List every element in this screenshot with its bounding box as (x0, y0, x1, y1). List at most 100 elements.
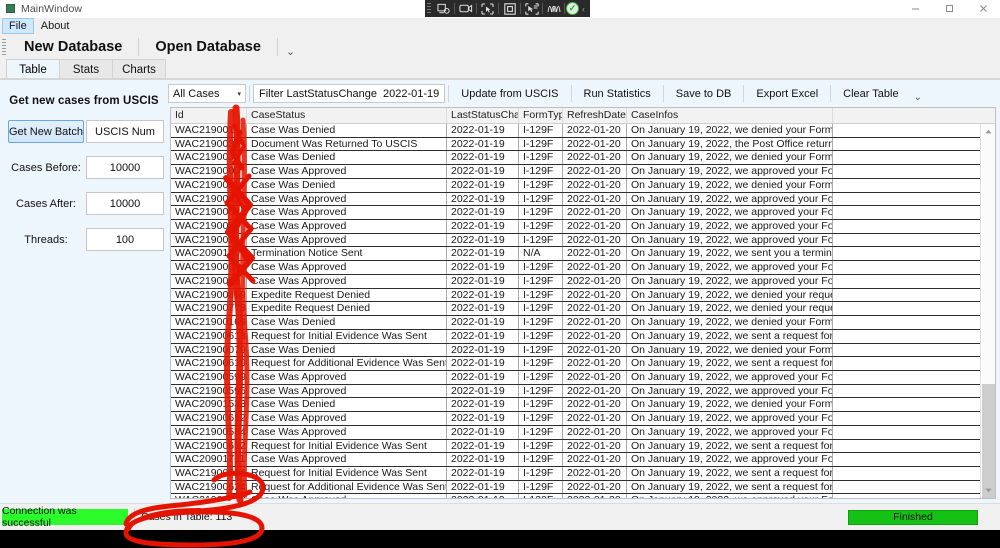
table-row[interactable]: WAC20901533 Case Was Denied 2022-01-19 I-12… (171, 398, 995, 413)
table-row[interactable]: WAC21900773 Expedite Request Denied 2022-0… (171, 302, 995, 317)
capture-settings-icon[interactable] (434, 1, 453, 16)
table-row[interactable]: WAC2190054 Case Was Approved 2022-01-19 I-1… (171, 220, 995, 234)
table-row[interactable]: WAC2190061 Case Was Approved 2022-01-19 I-1… (171, 192, 995, 207)
column-header-id[interactable]: Id (171, 108, 247, 123)
cell-id: WAC2190064 (171, 261, 247, 274)
table-row[interactable]: WAC2190062 Case Was Approved 2022-01-19 I-1… (171, 206, 995, 221)
effects-icon[interactable] (544, 1, 563, 16)
case-filter-combobox[interactable]: All Cases ▾ (168, 84, 246, 103)
cases-after-label: Cases After: (16, 197, 76, 210)
ribbon-drag-handle-icon[interactable] (2, 38, 6, 56)
region-capture-icon[interactable] (500, 1, 519, 16)
table-row[interactable]: WAC2090160 Termination Notice Sent 2022-01… (171, 247, 995, 262)
screen-recorder-toolbar[interactable]: ✓ ‹ (425, 0, 590, 17)
minimize-button[interactable] (898, 0, 932, 18)
table-row[interactable]: WAC21900612 Request for Initial Evidence … (171, 439, 995, 454)
menu-about[interactable]: About (34, 18, 77, 34)
table-row[interactable]: WAC2190011 Case Was Denied 2022-01-19 I-129… (171, 178, 995, 193)
scroll-down-arrow-icon[interactable] (981, 483, 995, 498)
cell-casestatus: Case Was Approved (247, 370, 447, 384)
table-row[interactable]: WAC21900624 Request for Additional Eviden… (171, 480, 995, 495)
cell-filler (833, 261, 995, 274)
filter-laststatuschange-input[interactable]: Filter LastStatusChange 2022-01-19 (253, 84, 446, 103)
table-row[interactable]: WAC21900599 Case Was Approved 2022-01-19 I-… (171, 370, 995, 385)
record-video-icon[interactable] (456, 1, 475, 16)
cell-refreshdate: 2022-01-20 (563, 220, 627, 233)
table-row[interactable]: WAC21900613 Request for Initial Evidence … (171, 329, 995, 344)
run-statistics-button[interactable]: Run Statistics (575, 84, 660, 103)
cell-casestatus: Case Was Approved (247, 192, 447, 206)
cell-laststatuschange: 2022-01-19 (447, 494, 519, 498)
chevron-down-icon: ▾ (237, 90, 241, 98)
cell-formtype: N/A (519, 247, 563, 261)
drag-handle-icon[interactable] (427, 2, 431, 15)
scroll-up-arrow-icon[interactable] (981, 124, 995, 139)
cell-refreshdate: 2022-01-20 (563, 453, 627, 466)
new-database-button[interactable]: New Database (10, 35, 136, 59)
cell-formtype: I-129F (519, 165, 563, 178)
table-row[interactable]: WAC2190064 Case Was Approved 2022-01-19 I-1… (171, 261, 995, 275)
cell-formtype: I-129F (519, 329, 563, 343)
cases-before-input[interactable]: 10000 (86, 156, 164, 179)
cell-laststatuschange: 2022-01-19 (447, 425, 519, 439)
cell-refreshdate: 2022-01-20 (563, 494, 627, 498)
table-row[interactable]: WAC2190030 Case Was Denied 2022-01-19 I-129… (171, 151, 995, 166)
column-header-refreshdate[interactable]: RefreshDate (563, 108, 627, 123)
uscis-num-input[interactable]: USCIS Num (86, 120, 164, 143)
command-overflow-chevron-down-icon[interactable]: ⌄ (908, 92, 928, 103)
cell-filler (833, 165, 995, 178)
column-header-formtype[interactable]: FormType (519, 108, 563, 123)
ribbon-overflow-chevron-down-icon[interactable]: ⌄ (280, 45, 301, 58)
cell-filler (833, 289, 995, 302)
chevron-left-icon[interactable]: ‹ (579, 4, 588, 14)
column-header-laststatuschange[interactable]: LastStatusChange (447, 108, 519, 123)
update-from-uscis-button[interactable]: Update from USCIS (452, 84, 567, 103)
cell-caseinfos: On January 19, 2022, the Post Office ret… (627, 137, 833, 151)
table-row[interactable]: WAC21900595 Case Was Approved 2022-01-19 I-… (171, 384, 995, 399)
scrolling-capture-icon[interactable] (522, 1, 541, 16)
get-new-batch-button[interactable]: Get New Batch (8, 120, 84, 143)
table-row[interactable]: WAC21900584 Case Was Approved 2022-01-19 I-… (171, 425, 995, 440)
table-row[interactable]: WAC2190000 Case Was Approved 2022-01-19 I-1… (171, 165, 995, 179)
cases-after-input[interactable]: 10000 (86, 192, 164, 215)
tab-stats[interactable]: Stats (59, 59, 113, 79)
table-row[interactable]: WAC21900612Case Was Approved2022-01-19I-… (171, 412, 995, 426)
save-to-db-button[interactable]: Save to DB (667, 84, 741, 103)
table-row[interactable]: WAC21900869 Expedite Request Denied 2022-0… (171, 288, 995, 303)
tab-table[interactable]: Table (6, 59, 60, 79)
table-row[interactable]: WAC21900079 Case Was Denied 2022-01-19 I-12… (171, 343, 995, 358)
threads-input[interactable]: 100 (86, 228, 164, 251)
table-row[interactable]: WAC2190011 Case Was Denied 2022-01-19 I-129… (171, 124, 995, 138)
cell-casestatus: Case Was Approved (247, 274, 447, 288)
table-row[interactable]: WAC21900612Case Was Approved2022-01-19I-… (171, 494, 995, 498)
export-excel-button[interactable]: Export Excel (747, 84, 827, 103)
scrollbar-thumb[interactable] (982, 384, 995, 498)
table-row[interactable]: WAC2190063 Case Was Approved 2022-01-19 I-1… (171, 274, 995, 289)
cell-casestatus: Request for Initial Evidence Was Sent (247, 329, 447, 343)
maximize-button[interactable] (932, 0, 966, 18)
tab-charts[interactable]: Charts (112, 59, 166, 79)
table-row[interactable]: WAC219001694 Case Was Denied 2022-01-19 I-1… (171, 316, 995, 330)
cell-refreshdate: 2022-01-20 (563, 137, 627, 151)
table-row[interactable]: WAC2190012 Case Was Approved 2022-01-19 I-1… (171, 233, 995, 248)
table-row[interactable]: WAC2190030 Document Was Returned To USCIS… (171, 137, 995, 152)
table-row[interactable]: WAC20901711 Case Was Approved 2022-01-19 I-… (171, 453, 995, 467)
menu-file[interactable]: File (2, 18, 34, 34)
grid-vertical-scrollbar[interactable] (980, 124, 995, 498)
cell-casestatus: Case Was Denied (247, 343, 447, 357)
open-database-button[interactable]: Open Database (141, 35, 275, 59)
close-button[interactable] (966, 0, 1000, 18)
cell-casestatus: Case Was Approved (247, 384, 447, 398)
cursor-capture-icon[interactable] (478, 1, 497, 16)
cell-refreshdate: 2022-01-20 (563, 233, 627, 247)
checkmark-circle-icon[interactable]: ✓ (566, 2, 579, 15)
column-header-caseinfos[interactable]: CaseInfos (627, 108, 833, 123)
table-row[interactable]: WAC21900619 Request for Additional Eviden… (171, 357, 995, 371)
cell-caseinfos: On January 19, 2022, we approved your Fo… (627, 274, 833, 288)
column-header-casestatus[interactable]: CaseStatus (247, 108, 447, 123)
cell-casestatus: Request for Initial Evidence Was Sent (247, 439, 447, 453)
cell-filler (833, 412, 995, 425)
cell-refreshdate: 2022-01-20 (563, 124, 627, 137)
clear-table-button[interactable]: Clear Table (834, 84, 907, 103)
table-row[interactable]: WAC21900614 Request for Initial Evidence … (171, 466, 995, 481)
